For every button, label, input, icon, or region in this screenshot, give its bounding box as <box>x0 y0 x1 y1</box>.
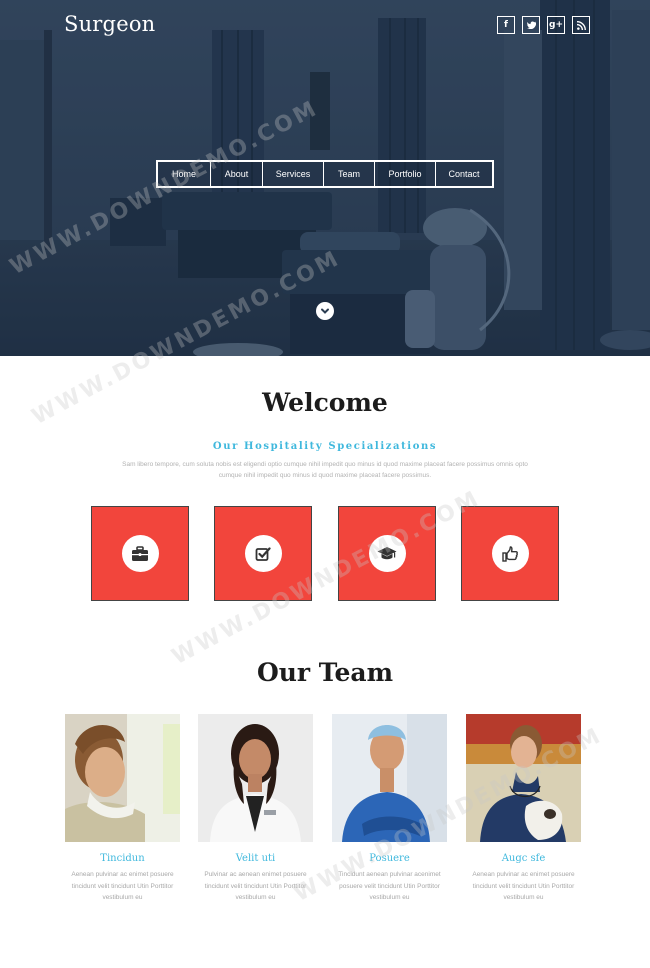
team-member-description: Tincidunt aenean pulvinar acenimet posue… <box>338 871 441 901</box>
specializations-heading: Our Hospitality Specializations <box>212 441 438 452</box>
team-member-name[interactable]: Velit uti <box>198 853 313 864</box>
team-member-card: Augc sfe Aenean pulvinar ac enimet posue… <box>466 714 581 904</box>
team-member-name[interactable]: Tincidun <box>65 853 180 864</box>
team-member-name[interactable]: Augc sfe <box>466 853 581 864</box>
team-heading: Our Team <box>256 658 394 687</box>
feature-icon-circle <box>368 535 406 572</box>
scroll-down-button[interactable] <box>316 302 334 320</box>
facebook-icon[interactable]: f <box>497 16 515 34</box>
welcome-heading: Welcome <box>262 388 388 417</box>
nav-contact[interactable]: Contact <box>436 162 492 186</box>
team-member-photo <box>332 714 447 842</box>
team-member-description: Aenean pulvinar ac enimet posuere tincid… <box>472 871 575 901</box>
team-member-photo <box>198 714 313 842</box>
team-member-photo <box>466 714 581 842</box>
google-plus-icon[interactable]: g+ <box>547 16 565 34</box>
briefcase-icon <box>132 545 148 561</box>
team-member-description: Pulvinar ac aenean enimet posuere tincid… <box>204 871 307 901</box>
feature-box-graduation[interactable] <box>338 506 436 601</box>
team-member-card: Velit uti Pulvinar ac aenean enimet posu… <box>198 714 313 904</box>
nav-team[interactable]: Team <box>324 162 375 186</box>
main-navigation: Home About Services Team Portfolio Conta… <box>156 160 494 188</box>
team-member-photo <box>65 714 180 842</box>
team-member-name[interactable]: Posuere <box>332 853 447 864</box>
nav-home[interactable]: Home <box>158 162 211 186</box>
nav-about[interactable]: About <box>211 162 263 186</box>
graduation-cap-icon <box>377 547 397 560</box>
team-member-card: Tincidun Aenean pulvinar ac enimet posue… <box>65 714 180 904</box>
team-member-description: Aenean pulvinar ac enimet posuere tincid… <box>71 871 174 901</box>
feature-box-checkbox[interactable] <box>214 506 312 601</box>
nav-services[interactable]: Services <box>263 162 324 186</box>
feature-box-briefcase[interactable] <box>91 506 189 601</box>
feature-icon-circle <box>491 535 529 572</box>
feature-boxes <box>91 506 559 601</box>
thumbs-up-icon <box>502 545 518 562</box>
hero-banner: Surgeon f g+ Home About Services Team Po… <box>0 0 650 356</box>
team-member-card: Posuere Tincidunt aenean pulvinar acenim… <box>332 714 447 904</box>
feature-icon-circle <box>244 535 282 572</box>
rss-icon[interactable] <box>572 16 590 34</box>
brand-logo[interactable]: Surgeon <box>64 12 155 36</box>
feature-icon-circle <box>121 535 159 572</box>
feature-box-thumbs-up[interactable] <box>461 506 559 601</box>
nav-portfolio[interactable]: Portfolio <box>375 162 436 186</box>
checkbox-icon <box>255 546 271 561</box>
twitter-icon[interactable] <box>522 16 540 34</box>
social-links: f g+ <box>497 16 590 34</box>
chevron-down-icon <box>321 308 329 314</box>
specializations-description: Sam libero tempore, cum soluta nobis est… <box>122 461 528 479</box>
